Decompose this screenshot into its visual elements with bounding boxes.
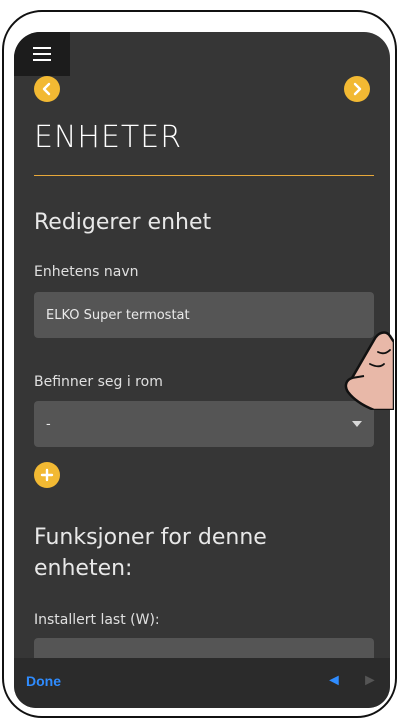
room-label: Befinner seg i rom [34,374,163,390]
device-name-label: Enhetens navn [34,264,139,280]
done-button[interactable]: Done [26,673,61,689]
installed-load-label: Installert last (W): [34,612,160,628]
chevron-right-icon[interactable] [344,76,370,102]
keyboard-accessory-bar: Done ◄ ► [14,658,390,708]
next-field-arrow[interactable]: ► [362,672,378,690]
page-title: ENHETER [34,120,183,155]
title-divider [34,175,374,176]
functions-heading: Funksjoner for denne enheten: [34,525,267,581]
room-select[interactable]: - [34,401,374,447]
plus-icon [40,468,54,482]
previous-field-arrow[interactable]: ◄ [326,672,342,690]
room-select-value: - [46,416,51,432]
hamburger-menu-icon[interactable] [14,32,70,76]
pointing-hand-icon [344,331,394,410]
chevron-left-icon[interactable] [34,76,60,102]
device-name-value: ELKO Super termostat [46,307,190,323]
add-room-button[interactable] [34,462,60,488]
form-subheading: Redigerer enhet [34,210,212,235]
device-name-input[interactable]: ELKO Super termostat [34,292,374,338]
caret-down-icon [352,421,362,427]
